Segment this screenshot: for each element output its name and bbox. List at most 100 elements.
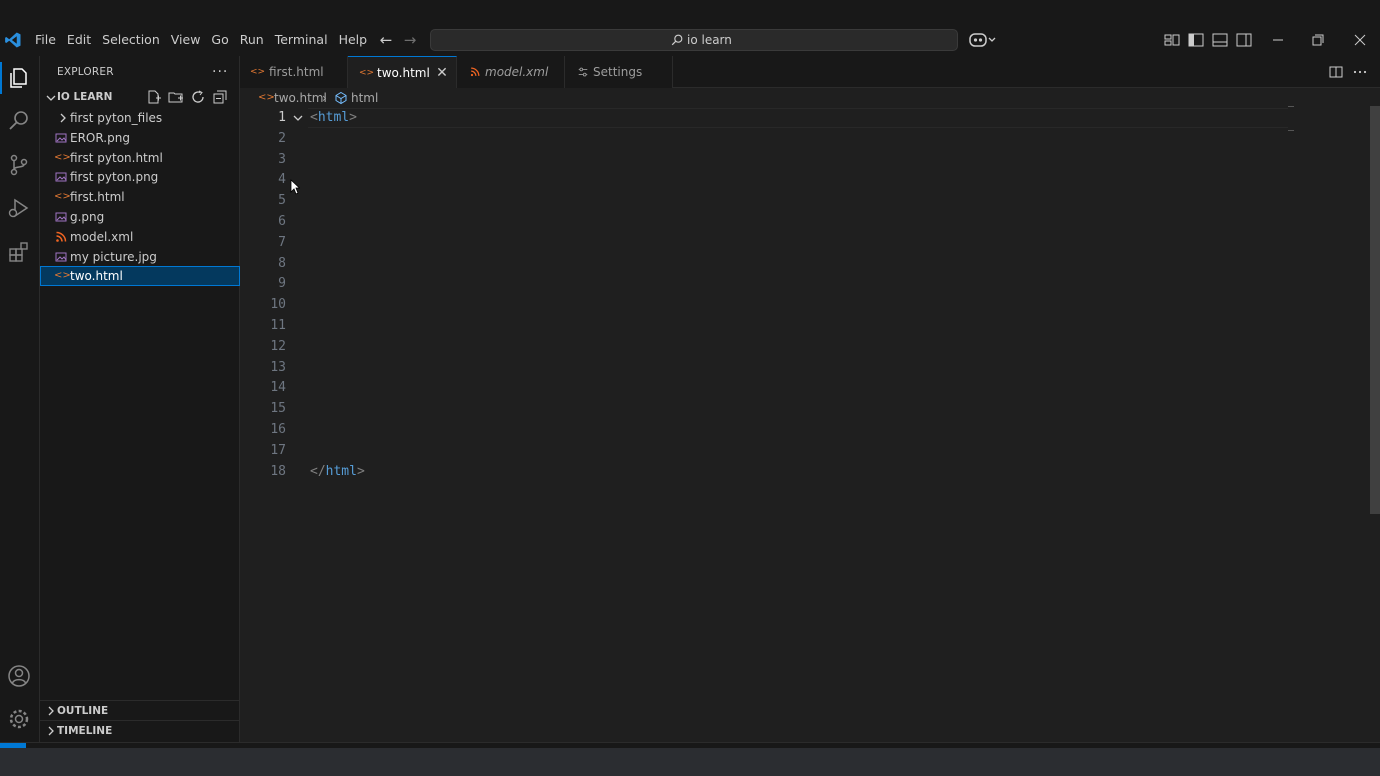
- file-tree-item[interactable]: first pyton.png: [40, 167, 240, 187]
- customize-layout-icon[interactable]: [1163, 30, 1181, 50]
- code-line[interactable]: 17: [240, 441, 1368, 462]
- code-line[interactable]: 5: [240, 191, 1368, 212]
- code-line[interactable]: 2: [240, 129, 1368, 150]
- scrollbar-thumb[interactable]: [1370, 106, 1380, 514]
- html-file-icon: <>: [54, 151, 71, 163]
- toggle-secondary-sidebar-icon[interactable]: [1235, 30, 1253, 50]
- editor-scrollbar[interactable]: [1368, 106, 1380, 742]
- toggle-primary-sidebar-icon[interactable]: [1187, 30, 1205, 50]
- forward-arrow-icon[interactable]: →: [402, 31, 418, 49]
- file-label: my picture.jpg: [70, 249, 157, 264]
- mouse-cursor-icon: [290, 179, 300, 195]
- command-center-search[interactable]: io learn: [430, 29, 958, 51]
- menu-help[interactable]: Help: [334, 31, 373, 49]
- explorer-title: EXPLORER: [57, 66, 114, 78]
- xml-rss-file-icon: [470, 67, 480, 77]
- file-tree-item[interactable]: first pyton_files: [40, 108, 240, 128]
- line-number: 2: [278, 130, 286, 146]
- new-folder-icon[interactable]: [168, 89, 184, 105]
- refresh-icon[interactable]: [190, 89, 206, 105]
- file-tree-item[interactable]: <> first.html: [40, 187, 240, 207]
- back-arrow-icon[interactable]: ←: [378, 31, 394, 49]
- code-line[interactable]: 3: [240, 150, 1368, 171]
- code-line[interactable]: 13: [240, 358, 1368, 379]
- minimap-mark: [1288, 130, 1294, 131]
- search-icon: [671, 34, 683, 46]
- code-line[interactable]: 11: [240, 316, 1368, 337]
- menu-terminal[interactable]: Terminal: [270, 31, 333, 49]
- tab-two-html[interactable]: <> two.html ✕: [348, 56, 457, 89]
- code-line[interactable]: 1 <html>: [240, 108, 1368, 129]
- code-line[interactable]: 7: [240, 233, 1368, 254]
- code-line[interactable]: 14: [240, 378, 1368, 399]
- outline-label: OUTLINE: [57, 705, 109, 717]
- menu-run[interactable]: Run: [235, 31, 269, 49]
- more-actions-icon[interactable]: ···: [212, 64, 228, 80]
- close-window-icon[interactable]: [1350, 30, 1370, 50]
- line-number: 6: [278, 214, 286, 229]
- source-control-icon[interactable]: [6, 152, 32, 178]
- code-line[interactable]: 18 </html>: [240, 462, 1368, 483]
- code-line[interactable]: 6: [240, 212, 1368, 233]
- tab-first-html[interactable]: <> first.html: [240, 56, 348, 88]
- toggle-panel-icon[interactable]: [1211, 30, 1229, 50]
- explorer-sidebar: EXPLORER ··· IO LEARN first pyton_files …: [40, 56, 240, 742]
- code-line[interactable]: 8: [240, 254, 1368, 275]
- more-actions-icon[interactable]: [1352, 64, 1368, 80]
- code-line[interactable]: 12: [240, 337, 1368, 358]
- timeline-section-header[interactable]: TIMELINE: [40, 720, 240, 740]
- menu-selection[interactable]: Selection: [97, 31, 165, 49]
- breadcrumb-file[interactable]: two.html: [274, 91, 327, 105]
- code-line[interactable]: 16: [240, 420, 1368, 441]
- tab-settings[interactable]: Settings: [565, 56, 673, 88]
- extensions-icon[interactable]: [6, 239, 32, 265]
- code-line[interactable]: 15: [240, 399, 1368, 420]
- search-view-icon[interactable]: [6, 108, 32, 134]
- code-line[interactable]: 4: [240, 170, 1368, 191]
- outline-section-header[interactable]: OUTLINE: [40, 700, 240, 720]
- file-tree-item[interactable]: g.png: [40, 207, 240, 227]
- tab-close-icon[interactable]: ✕: [435, 65, 449, 81]
- line-number: 10: [270, 297, 286, 313]
- file-tree-item-selected[interactable]: <> two.html: [40, 266, 240, 287]
- code-line[interactable]: 10: [240, 295, 1368, 316]
- split-editor-icon[interactable]: [1328, 64, 1344, 80]
- breadcrumb: <> two.html › html: [240, 88, 1380, 108]
- code-editor[interactable]: 1 <html> 2 3 4 5 6 7 8 9 10 11 12 13 14 15 16 17 18 </html>: [240, 108, 1368, 742]
- file-label: g.png: [70, 209, 105, 224]
- line-number: 14: [270, 380, 286, 396]
- run-and-debug-icon[interactable]: [6, 195, 32, 221]
- restore-icon[interactable]: [1308, 30, 1328, 50]
- collapse-all-icon[interactable]: [212, 89, 228, 105]
- chevron-right-icon: [60, 113, 66, 123]
- explorer-files-icon[interactable]: [6, 65, 32, 91]
- navigation-arrows: ← →: [378, 31, 418, 49]
- html-file-icon: <>: [54, 270, 71, 282]
- tab-label: Settings: [593, 65, 643, 79]
- accounts-icon[interactable]: [6, 663, 32, 689]
- menu-bar: File Edit Selection View Go Run Terminal…: [30, 31, 373, 49]
- copilot-icon[interactable]: [968, 30, 998, 50]
- fold-chevron-icon[interactable]: [292, 111, 304, 125]
- tag-bracket: >: [356, 463, 365, 479]
- file-label: first pyton.html: [70, 150, 163, 165]
- breadcrumb-symbol[interactable]: html: [351, 91, 378, 105]
- minimize-icon[interactable]: [1268, 30, 1288, 50]
- menu-file[interactable]: File: [30, 31, 61, 49]
- settings-gear-icon[interactable]: [6, 706, 32, 732]
- line-number: 16: [270, 422, 286, 437]
- menu-go[interactable]: Go: [206, 31, 233, 49]
- file-tree-item[interactable]: my picture.jpg: [40, 247, 240, 267]
- breadcrumb-separator-icon: ›: [322, 91, 327, 105]
- code-line[interactable]: 9: [240, 274, 1368, 295]
- file-tree-item[interactable]: model.xml: [40, 227, 240, 247]
- tag-bracket: <: [310, 110, 318, 125]
- file-tree-item[interactable]: <> first pyton.html: [40, 148, 240, 168]
- html-file-icon: <>: [54, 191, 71, 203]
- title-bar: File Edit Selection View Go Run Terminal…: [0, 0, 1380, 56]
- file-tree-item[interactable]: EROR.png: [40, 128, 240, 148]
- menu-edit[interactable]: Edit: [62, 31, 96, 49]
- tab-model-xml[interactable]: model.xml: [457, 56, 565, 88]
- menu-view[interactable]: View: [166, 31, 206, 49]
- new-file-icon[interactable]: [146, 89, 162, 105]
